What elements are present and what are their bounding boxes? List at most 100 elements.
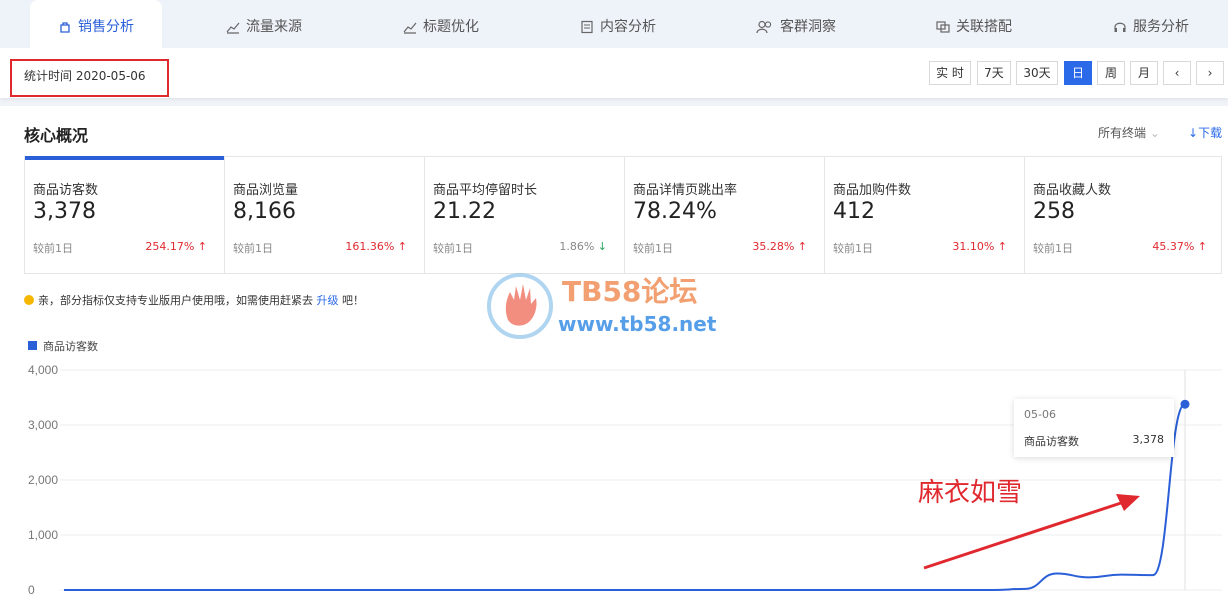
period-month-button[interactable]: 月 (1130, 61, 1158, 85)
trend-icon (403, 22, 417, 34)
metric-value: 78.24% (633, 199, 717, 224)
metric-cards: 商品访客数 3,378 较前1日 254.17% ↑ 商品浏览量 8,166 较… (24, 156, 1222, 274)
arrow-up-icon: ↑ (197, 240, 207, 253)
metric-value: 8,166 (233, 199, 296, 224)
y-tick-label: 3,000 (28, 418, 58, 432)
metric-change: 31.10% ↑ (952, 240, 1007, 253)
metric-label: 商品收藏人数 (1033, 183, 1112, 198)
watermark-url: www.tb58.net (558, 312, 717, 336)
upgrade-link[interactable]: 升级 (317, 294, 339, 307)
tab-label: 流量来源 (246, 19, 302, 35)
metric-change: 254.17% ↑ (145, 240, 207, 253)
data-point (1180, 399, 1190, 409)
metric-value: 258 (1033, 199, 1075, 224)
metric-compare: 较前1日 (233, 242, 273, 255)
tab-label: 客群洞察 (780, 19, 836, 35)
chevron-right-icon: › (1207, 66, 1213, 80)
tab-content[interactable]: 内容分析 (580, 0, 656, 48)
metric-label: 商品访客数 (33, 183, 99, 198)
metric-label: 商品加购件数 (833, 183, 912, 198)
metric-label: 商品详情页跳出率 (633, 183, 738, 198)
y-tick-label: 0 (28, 583, 35, 597)
doc-icon (581, 20, 593, 34)
metric-compare: 较前1日 (1033, 242, 1073, 255)
headset-icon (1114, 22, 1126, 32)
terminal-label: 所有终端 (1098, 126, 1147, 140)
metric-compare: 较前1日 (433, 242, 473, 255)
tab-sales[interactable]: 销售分析 (30, 0, 162, 48)
watermark-title: TB58论坛 (562, 275, 698, 308)
tab-label: 关联搭配 (956, 19, 1012, 35)
legend-swatch (28, 341, 37, 350)
y-tick-label: 1,000 (28, 528, 58, 542)
y-tick-label: 4,000 (28, 363, 58, 377)
annotation-arrow-shaft (923, 500, 1125, 570)
tab-label: 内容分析 (600, 19, 656, 35)
link-icon (936, 21, 950, 33)
download-label: 下载 (1198, 126, 1223, 140)
terminal-select[interactable]: 所有终端 ⌄ (1098, 124, 1160, 141)
period-realtime-button[interactable]: 实 时 (929, 61, 971, 85)
download-button[interactable]: ↓下载 (1188, 124, 1222, 141)
tab-traffic[interactable]: 流量来源 (226, 0, 302, 48)
tab-label: 服务分析 (1133, 19, 1189, 35)
notice-suffix: 吧！ (342, 294, 364, 307)
period-day-button[interactable]: 日 (1064, 61, 1092, 85)
watermark: TB58论坛 www.tb58.net (486, 270, 746, 342)
metric-value: 21.22 (433, 199, 496, 224)
metric-label: 商品平均停留时长 (433, 183, 538, 198)
arrow-up-icon: ↑ (997, 240, 1007, 253)
tab-label: 标题优化 (423, 19, 479, 35)
tooltip-label: 商品访客数 (1024, 435, 1079, 448)
metric-label: 商品浏览量 (233, 183, 299, 198)
users-icon (756, 20, 772, 34)
tab-label: 销售分析 (78, 19, 134, 35)
metric-compare: 较前1日 (33, 242, 73, 255)
period-week-button[interactable]: 周 (1097, 61, 1125, 85)
core-overview-panel: 核心概况 所有终端 ⌄ ↓下载 商品访客数 3,378 较前1日 254.17%… (0, 106, 1228, 608)
chart-tooltip: 05-06 商品访客数 3,378 (1014, 399, 1174, 457)
metric-value: 412 (833, 199, 875, 224)
period-30d-button[interactable]: 30天 (1016, 61, 1058, 85)
stat-time-label: 统计时间 2020-05-06 (10, 59, 169, 97)
metric-card[interactable]: 商品加购件数 412 较前1日 31.10% ↑ (825, 157, 1025, 273)
metric-card[interactable]: 商品收藏人数 258 较前1日 45.37% ↑ (1025, 157, 1225, 273)
tooltip-date: 05-06 (1024, 408, 1056, 421)
metric-compare: 较前1日 (633, 242, 673, 255)
chevron-down-icon: ⌄ (1149, 126, 1160, 140)
trend-icon (226, 22, 240, 34)
warning-icon (24, 295, 34, 305)
legend-label: 商品访客数 (43, 340, 98, 353)
hand-logo-icon (487, 273, 553, 339)
download-icon: ↓ (1188, 126, 1199, 140)
metric-card[interactable]: 商品访客数 3,378 较前1日 254.17% ↑ (25, 156, 225, 273)
metric-change: 1.86% ↓ (559, 240, 607, 253)
tab-service[interactable]: 服务分析 (1113, 0, 1189, 48)
notice-text: 亲，部分指标仅支持专业版用户使用哦，如需使用赶紧去 (38, 294, 313, 307)
arrow-up-icon: ↑ (797, 240, 807, 253)
metric-change: 161.36% ↑ (345, 240, 407, 253)
tab-audience[interactable]: 客群洞察 (756, 0, 836, 48)
metric-card[interactable]: 商品详情页跳出率 78.24% 较前1日 35.28% ↑ (625, 157, 825, 273)
chevron-left-icon: ‹ (1174, 66, 1180, 80)
date-toolbar: 统计时间 2020-05-06 实 时 7天 30天 日 周 月 ‹ › (0, 48, 1228, 98)
metric-change: 45.37% ↑ (1152, 240, 1207, 253)
chart-legend[interactable]: 商品访客数 (28, 338, 98, 354)
metric-value: 3,378 (33, 199, 96, 224)
annotation-arrow-head (1116, 494, 1140, 511)
next-button[interactable]: › (1196, 61, 1224, 85)
upgrade-notice: 亲，部分指标仅支持专业版用户使用哦，如需使用赶紧去 升级 吧！ (24, 292, 364, 308)
metric-card[interactable]: 商品平均停留时长 21.22 较前1日 1.86% ↓ (425, 157, 625, 273)
arrow-down-icon: ↓ (597, 240, 607, 253)
tab-title[interactable]: 标题优化 (403, 0, 479, 48)
annotation-text: 麻衣如雪 (918, 478, 1023, 508)
metric-card[interactable]: 商品浏览量 8,166 较前1日 161.36% ↑ (225, 157, 425, 273)
prev-button[interactable]: ‹ (1163, 61, 1191, 85)
metric-compare: 较前1日 (833, 242, 873, 255)
period-7d-button[interactable]: 7天 (977, 61, 1011, 85)
metric-change: 35.28% ↑ (752, 240, 807, 253)
arrow-up-icon: ↑ (1197, 240, 1207, 253)
tooltip-value: 3,378 (1132, 433, 1165, 446)
bag-icon (60, 22, 70, 33)
tab-match[interactable]: 关联搭配 (936, 0, 1012, 48)
